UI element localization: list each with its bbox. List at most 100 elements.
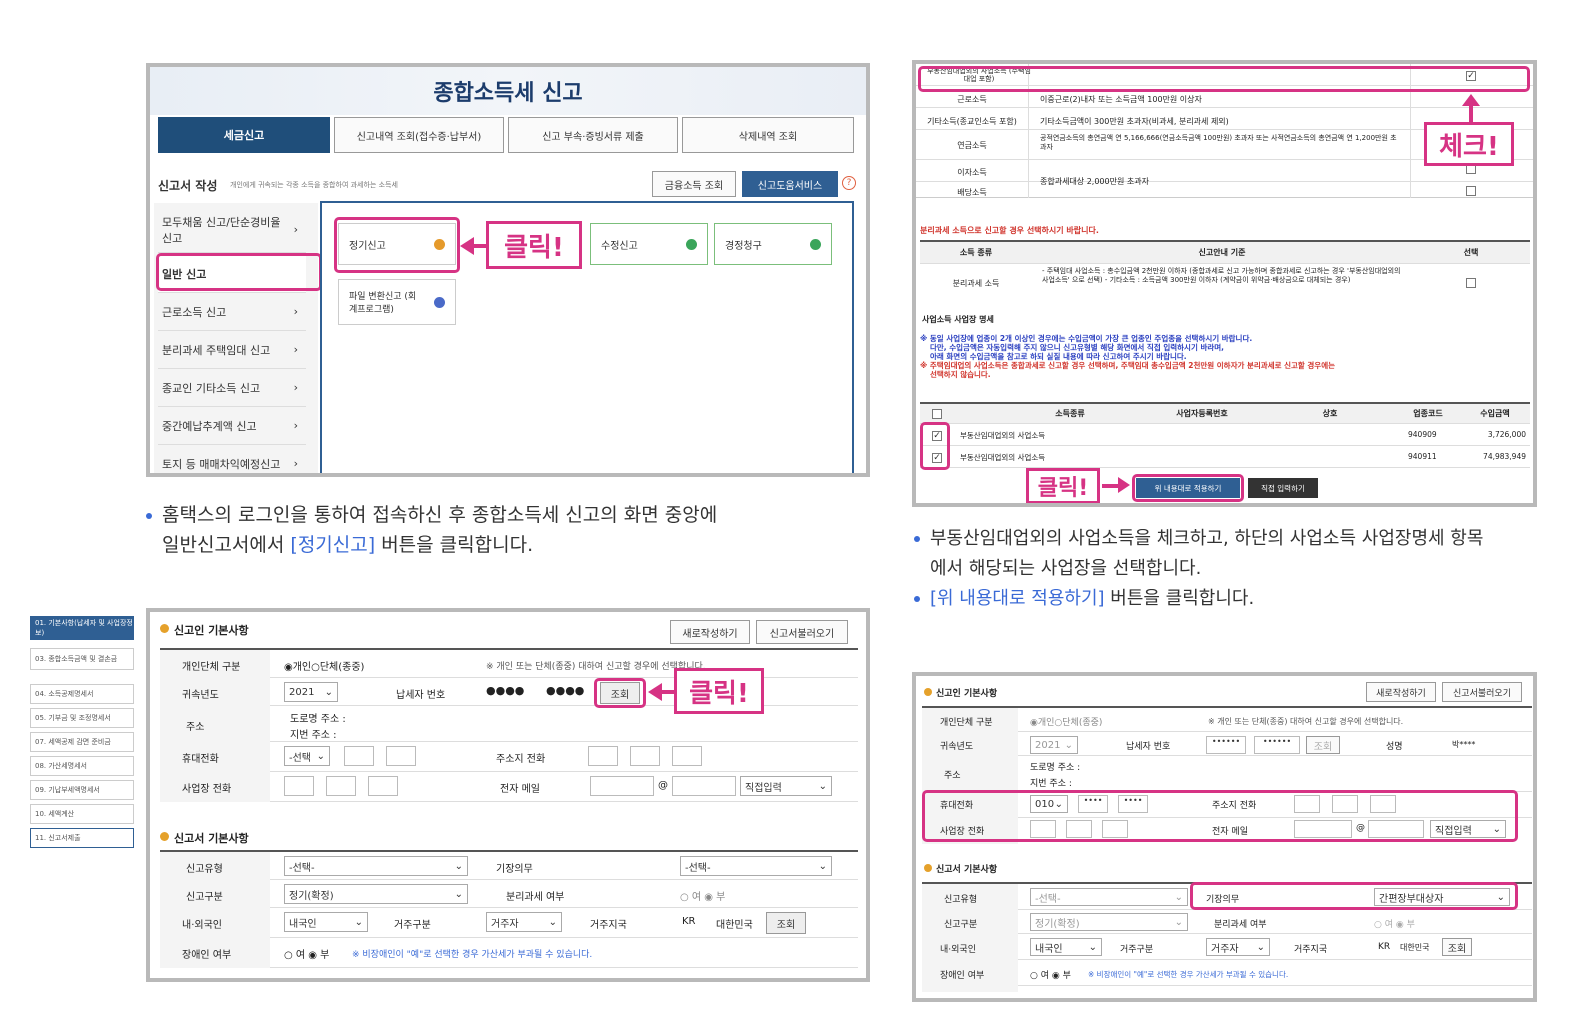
separate-tax-note: 분리과세 소득으로 신고할 경우 선택하시기 바랍니다. — [920, 226, 1099, 235]
amend-filing-button[interactable]: 수정신고 — [590, 223, 708, 265]
nav-step-09[interactable]: 09. 기납부세액명세서 — [30, 780, 134, 800]
select-all-checkbox[interactable] — [932, 409, 942, 419]
tab-deleted[interactable]: 삭제내역 조회 — [682, 117, 854, 153]
disabled-radio[interactable]: ○ 여 ◉ 부 — [284, 946, 329, 961]
help-service-button[interactable]: 신고도움서비스 — [742, 171, 838, 197]
arrow-line — [472, 244, 486, 248]
bullet-icon — [146, 512, 152, 519]
click-callout: 클릭! — [486, 221, 582, 269]
resid-select[interactable]: 거주자 ⌄ — [1206, 938, 1270, 956]
direct-input-button[interactable]: 직접 입력하기 — [1248, 478, 1318, 498]
sidebar-item-interim[interactable]: 중간예납추계액 신고 › — [158, 407, 306, 445]
nav-step-05[interactable]: 05. 기부금 및 조정명세서 — [30, 708, 134, 728]
finance-lookup-button[interactable]: 금융소득 조회 — [652, 171, 736, 197]
load-return-button[interactable]: 신고서불러오기 — [1442, 682, 1522, 702]
home-tel-3[interactable] — [672, 746, 702, 766]
section-icon — [160, 624, 169, 633]
section-desc: 개인에게 귀속되는 각종 소득을 종합하여 과세하는 소득세 — [230, 181, 398, 189]
sep-tax-radio[interactable]: ○ 여 ◉ 부 — [680, 888, 725, 903]
new-write-button[interactable]: 새로작성하기 — [670, 620, 750, 644]
section-basic-title: 신고인 기본사항 — [174, 624, 249, 637]
email-domain[interactable] — [672, 776, 736, 796]
income-row-other: 기타소득(종교인소득 포함) — [927, 117, 1017, 126]
type-select[interactable]: -선택- ⌄ — [284, 856, 468, 876]
kind-select[interactable]: 정기(확정) ⌄ — [1030, 913, 1188, 931]
biz-tel-1[interactable] — [284, 776, 314, 796]
indiv-radio[interactable]: ◉개인○단체(종중) — [284, 658, 364, 673]
country-lookup-button[interactable]: 조회 — [766, 912, 806, 934]
section-icon — [924, 688, 932, 696]
bookkeeping-select[interactable]: -선택- ⌄ — [680, 856, 832, 876]
highlight-bookkeeping — [1190, 882, 1518, 910]
home-tel-2[interactable] — [630, 746, 660, 766]
email-domain-select[interactable]: 직접입력 ⌄ — [740, 776, 832, 796]
correction-claim-button[interactable]: 경정청구 — [714, 223, 832, 265]
mobile-prefix-select[interactable]: -선택 ⌄ — [284, 746, 330, 766]
nation-select[interactable]: 내국인 ⌄ — [1030, 938, 1102, 956]
income-row-pension-desc: 공적연금소득의 총연금액 연 5,166,666(연금소득금액 100만원) 초… — [1040, 134, 1397, 151]
check-callout: 체크! — [1424, 122, 1514, 166]
page-title: 종합소득세 신고 — [433, 81, 583, 106]
separate-tax-table: 소득 종류 신고안내 기준 선택 분리과세 소득 - 주택임대 사업소득 : 총… — [920, 240, 1530, 300]
biz-tel-2[interactable] — [326, 776, 356, 796]
new-write-button[interactable]: 새로작성하기 — [1366, 682, 1436, 702]
highlight-apply — [1132, 474, 1244, 502]
sidebar-item-simple[interactable]: 모두채움 신고/단순경비율 신고 › — [158, 207, 306, 253]
bullet-icon — [914, 596, 920, 602]
ssn-front[interactable]: ●●●● — [486, 684, 524, 697]
mobile-last[interactable] — [386, 746, 416, 766]
nav-step-10[interactable]: 10. 세액계산 — [30, 804, 134, 824]
ssn-back[interactable]: •••••• — [1254, 736, 1300, 754]
tab-tax-filing[interactable]: 세금신고 — [158, 117, 330, 153]
nav-step-07[interactable]: 07. 세액공제 감면 준비금 — [30, 732, 134, 752]
indiv-radio[interactable]: ◉개인○단체(종중) — [1030, 715, 1102, 728]
nav-step-03[interactable]: 03. 종합소득금액 및 결손금 — [30, 648, 134, 670]
sidebar-item-land[interactable]: 토지 등 매매차익예정신고 › — [158, 445, 306, 473]
separate-tax-checkbox[interactable] — [1466, 278, 1476, 288]
highlight-phone — [922, 790, 1518, 842]
sep-tax-radio[interactable]: ○ 여 ◉ 부 — [1374, 917, 1415, 930]
section-title: 신고서 작성 — [158, 179, 218, 193]
panel-basic-info: 신고인 기본사항 새로작성하기 신고서불러오기 개인단체 구분 ◉개인○단체(종… — [146, 608, 870, 982]
business-table: 소득종류 사업자등록번호 상호 업종코드 수입금액 ✓ 부동산임대업외의 사업소… — [920, 402, 1530, 468]
business-notes: ※ 동일 사업장에 업종이 2개 이상인 경우에는 수입금액이 가장 큰 업종인… — [920, 334, 1335, 379]
country-lookup-button[interactable]: 조회 — [1442, 938, 1472, 956]
arrow-up-icon — [1462, 94, 1480, 106]
tab-history[interactable]: 신고내역 조회(접수증·납부서) — [334, 117, 504, 153]
sidebar-item-religious[interactable]: 종교인 기타소득 신고 › — [158, 369, 306, 407]
nation-select[interactable]: 내국인 ⌄ — [284, 912, 368, 932]
arrow-line — [660, 690, 674, 694]
highlight-checkboxes — [920, 422, 950, 470]
arrow-icon — [434, 296, 445, 308]
click-callout: 클릭! — [674, 668, 764, 714]
sidebar-item-earned[interactable]: 근로소득 신고 › — [158, 293, 306, 331]
highlight-business-row — [918, 66, 1530, 92]
kind-select[interactable]: 정기(확정) ⌄ — [284, 884, 468, 904]
year-select[interactable]: 2021 ⌄ — [284, 682, 338, 702]
tab-attachments[interactable]: 신고 부속·증빙서류 제출 — [508, 117, 678, 153]
ssn-back[interactable]: ●●●● — [546, 684, 584, 697]
nav-step-11[interactable]: 11. 신고서제출 — [30, 828, 134, 848]
home-tel-1[interactable] — [588, 746, 618, 766]
income-row-interest: 이자소득 — [957, 168, 987, 177]
load-return-button[interactable]: 신고서불러오기 — [756, 620, 848, 644]
nav-step-01[interactable]: 01. 기본사항(납세자 및 사업장정보) — [30, 616, 134, 640]
dividend-checkbox[interactable] — [1466, 186, 1476, 196]
biz-tel-3[interactable] — [368, 776, 398, 796]
year-select[interactable]: 2021 ⌄ — [1030, 736, 1078, 754]
sidebar-item-rental[interactable]: 분리과세 주택임대 신고 › — [158, 331, 306, 369]
lookup-button[interactable]: 조회 — [1306, 736, 1340, 754]
type-select[interactable]: -선택- ⌄ — [1030, 888, 1188, 906]
income-row-dividend: 배당소득 — [957, 188, 987, 197]
business-place-title: 사업소득 사업장 명세 — [922, 315, 994, 324]
disabled-radio[interactable]: ○ 여 ◉ 부 — [1030, 968, 1071, 981]
income-row-earned-desc: 이중근로(2)내자 또는 소득금액 100만원 이상자 — [1040, 95, 1202, 104]
ssn-front[interactable]: •••••• — [1206, 736, 1246, 754]
nav-step-04[interactable]: 04. 소득공제명세서 — [30, 684, 134, 704]
help-icon[interactable]: ? — [842, 176, 856, 190]
nav-step-08[interactable]: 08. 가산세명세서 — [30, 756, 134, 776]
mobile-mid[interactable] — [344, 746, 374, 766]
email-id[interactable] — [590, 776, 654, 796]
file-convert-button[interactable]: 파일 변환신고 (회계프로그램) — [338, 279, 456, 325]
resid-select[interactable]: 거주자 ⌄ — [486, 912, 562, 932]
